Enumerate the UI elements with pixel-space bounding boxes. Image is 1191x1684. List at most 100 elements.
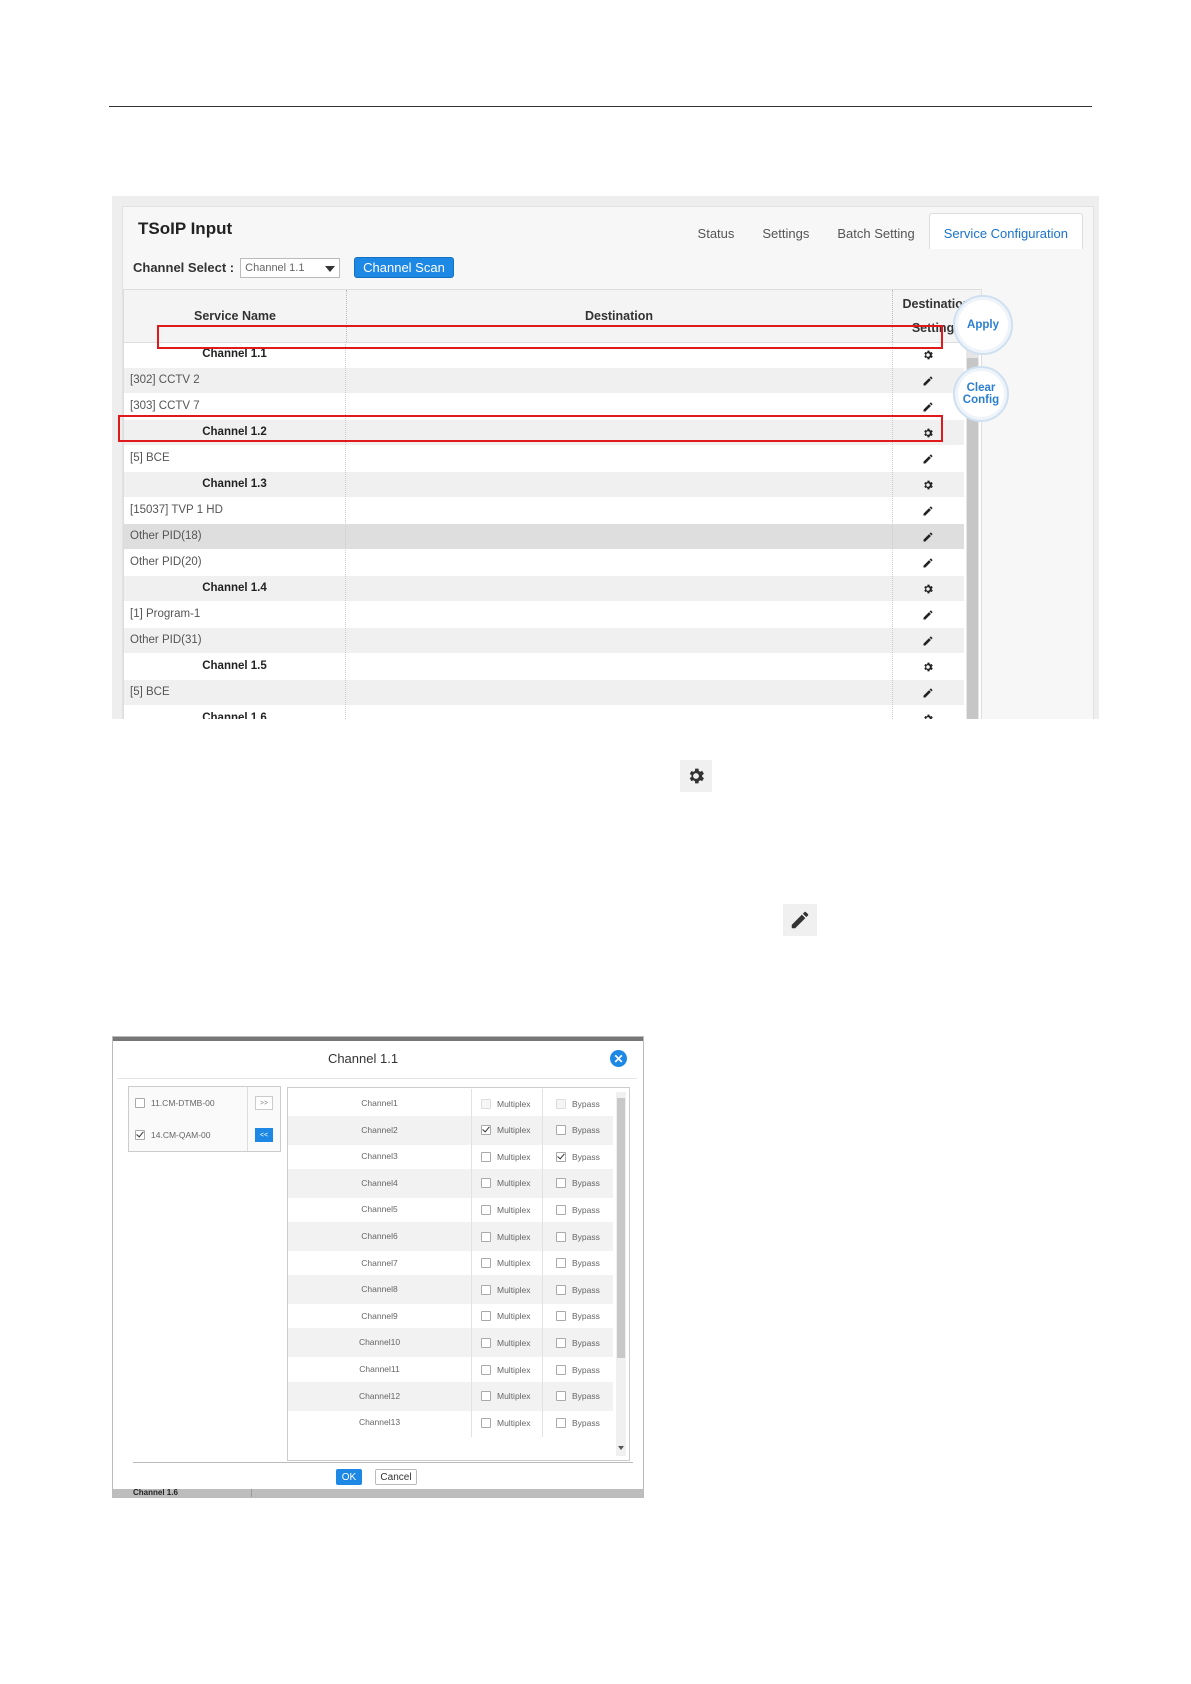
bypass-checkbox[interactable] — [556, 1204, 566, 1215]
multiplex-checkbox[interactable] — [481, 1364, 491, 1375]
multiplex-option[interactable]: Multiplex — [471, 1248, 543, 1278]
edit-destination-button[interactable] — [892, 550, 964, 575]
bypass-option[interactable]: Bypass — [543, 1169, 613, 1198]
bypass-option[interactable]: Bypass — [543, 1408, 613, 1437]
source-checkbox[interactable] — [135, 1098, 145, 1108]
close-icon[interactable]: ✕ — [610, 1050, 627, 1067]
source-item[interactable]: 11.CM-DTMB-00 >> — [129, 1087, 280, 1119]
edit-destination-button[interactable] — [892, 602, 964, 627]
bypass-checkbox[interactable] — [556, 1178, 566, 1189]
table-row[interactable]: Other PID(31) — [124, 628, 964, 654]
multiplex-option[interactable]: Multiplex — [471, 1089, 543, 1118]
table-row[interactable]: Channel 1.4 — [124, 576, 964, 602]
pencil-icon[interactable] — [922, 609, 934, 621]
scroll-down-icon[interactable] — [618, 1446, 624, 1450]
edit-destination-button[interactable] — [892, 680, 964, 705]
gear-icon[interactable] — [922, 349, 934, 361]
channel-settings-button[interactable] — [892, 706, 964, 719]
bypass-option[interactable]: Bypass — [543, 1382, 613, 1411]
multiplex-option[interactable]: Multiplex — [471, 1195, 543, 1225]
bypass-option[interactable]: Bypass — [543, 1195, 613, 1224]
multiplex-checkbox[interactable] — [481, 1231, 491, 1242]
scrollbar-thumb[interactable] — [617, 1098, 625, 1358]
move-left-button[interactable]: << — [255, 1128, 273, 1142]
multiplex-option[interactable]: Multiplex — [471, 1168, 543, 1198]
bypass-option[interactable]: Bypass — [543, 1355, 613, 1384]
gear-icon[interactable] — [922, 583, 934, 595]
bypass-option[interactable]: Bypass — [543, 1302, 613, 1331]
multiplex-checkbox[interactable] — [481, 1125, 491, 1136]
pencil-icon[interactable] — [922, 401, 934, 413]
channel-settings-button[interactable] — [892, 472, 964, 497]
multiplex-checkbox[interactable] — [481, 1284, 491, 1295]
bypass-checkbox[interactable] — [556, 1098, 566, 1109]
channel-list-scrollbar[interactable] — [616, 1092, 626, 1456]
bypass-checkbox[interactable] — [556, 1258, 566, 1269]
edit-destination-button[interactable] — [892, 524, 964, 549]
multiplex-checkbox[interactable] — [481, 1391, 491, 1402]
multiplex-checkbox[interactable] — [481, 1337, 491, 1348]
pencil-icon[interactable] — [922, 557, 934, 569]
source-checkbox[interactable] — [135, 1130, 145, 1140]
cancel-button[interactable]: Cancel — [375, 1469, 417, 1485]
table-row[interactable]: Other PID(18) — [124, 524, 964, 550]
bypass-checkbox[interactable] — [556, 1391, 566, 1402]
multiplex-option[interactable]: Multiplex — [471, 1408, 543, 1438]
pencil-icon[interactable] — [922, 505, 934, 517]
edit-destination-button[interactable] — [892, 446, 964, 471]
channel-scan-button[interactable]: Channel Scan — [354, 257, 454, 278]
pencil-icon[interactable] — [922, 375, 934, 387]
tab-service-configuration[interactable]: Service Configuration — [928, 213, 1083, 249]
bypass-option[interactable]: Bypass — [543, 1328, 613, 1357]
table-row[interactable]: Channel 1.3 — [124, 472, 964, 498]
apply-button[interactable]: Apply — [953, 295, 1013, 355]
bypass-checkbox[interactable] — [556, 1231, 566, 1242]
pencil-icon[interactable] — [922, 635, 934, 647]
bypass-checkbox[interactable] — [556, 1417, 566, 1428]
table-row[interactable]: [5] BCE — [124, 446, 964, 472]
multiplex-checkbox[interactable] — [481, 1151, 491, 1162]
multiplex-checkbox[interactable] — [481, 1258, 491, 1269]
table-row[interactable]: [5] BCE — [124, 680, 964, 706]
multiplex-checkbox[interactable] — [481, 1098, 491, 1109]
channel-settings-button[interactable] — [892, 654, 964, 679]
multiplex-checkbox[interactable] — [481, 1178, 491, 1189]
bypass-option[interactable]: Bypass — [543, 1089, 613, 1118]
pencil-icon[interactable] — [922, 453, 934, 465]
table-row[interactable]: Channel 1.6 — [124, 706, 964, 719]
pencil-icon[interactable] — [922, 531, 934, 543]
bypass-option[interactable]: Bypass — [543, 1275, 613, 1304]
table-row[interactable]: [1] Program-1 — [124, 602, 964, 628]
bypass-option[interactable]: Bypass — [543, 1222, 613, 1251]
bypass-option[interactable]: Bypass — [543, 1142, 613, 1171]
multiplex-option[interactable]: Multiplex — [471, 1355, 543, 1384]
multiplex-option[interactable]: Multiplex — [471, 1328, 543, 1358]
multiplex-checkbox[interactable] — [481, 1417, 491, 1428]
multiplex-option[interactable]: Multiplex — [471, 1142, 543, 1172]
table-row[interactable]: Channel 1.5 — [124, 654, 964, 680]
source-item[interactable]: 14.CM-QAM-00 << — [129, 1119, 280, 1151]
channel-settings-button[interactable] — [892, 576, 964, 601]
tab-batch-setting[interactable]: Batch Setting — [823, 226, 928, 249]
bypass-option[interactable]: Bypass — [543, 1116, 613, 1145]
table-row[interactable]: [302] CCTV 2 — [124, 368, 964, 394]
bypass-checkbox[interactable] — [556, 1284, 566, 1295]
bypass-option[interactable]: Bypass — [543, 1249, 613, 1278]
edit-destination-button[interactable] — [892, 628, 964, 653]
tab-status[interactable]: Status — [684, 226, 749, 249]
gear-icon[interactable] — [922, 713, 934, 720]
edit-destination-button[interactable] — [892, 498, 964, 523]
bypass-checkbox[interactable] — [556, 1337, 566, 1348]
multiplex-option[interactable]: Multiplex — [471, 1115, 543, 1145]
bypass-checkbox[interactable] — [556, 1125, 566, 1136]
multiplex-checkbox[interactable] — [481, 1311, 491, 1322]
bypass-checkbox[interactable] — [556, 1311, 566, 1322]
tab-settings[interactable]: Settings — [748, 226, 823, 249]
table-row[interactable]: [15037] TVP 1 HD — [124, 498, 964, 524]
multiplex-option[interactable]: Multiplex — [471, 1222, 543, 1251]
multiplex-option[interactable]: Multiplex — [471, 1381, 543, 1411]
pencil-icon[interactable] — [922, 687, 934, 699]
bypass-checkbox[interactable] — [556, 1151, 566, 1162]
clear-config-button[interactable]: Clear Config — [953, 366, 1009, 422]
gear-icon[interactable] — [922, 661, 934, 673]
